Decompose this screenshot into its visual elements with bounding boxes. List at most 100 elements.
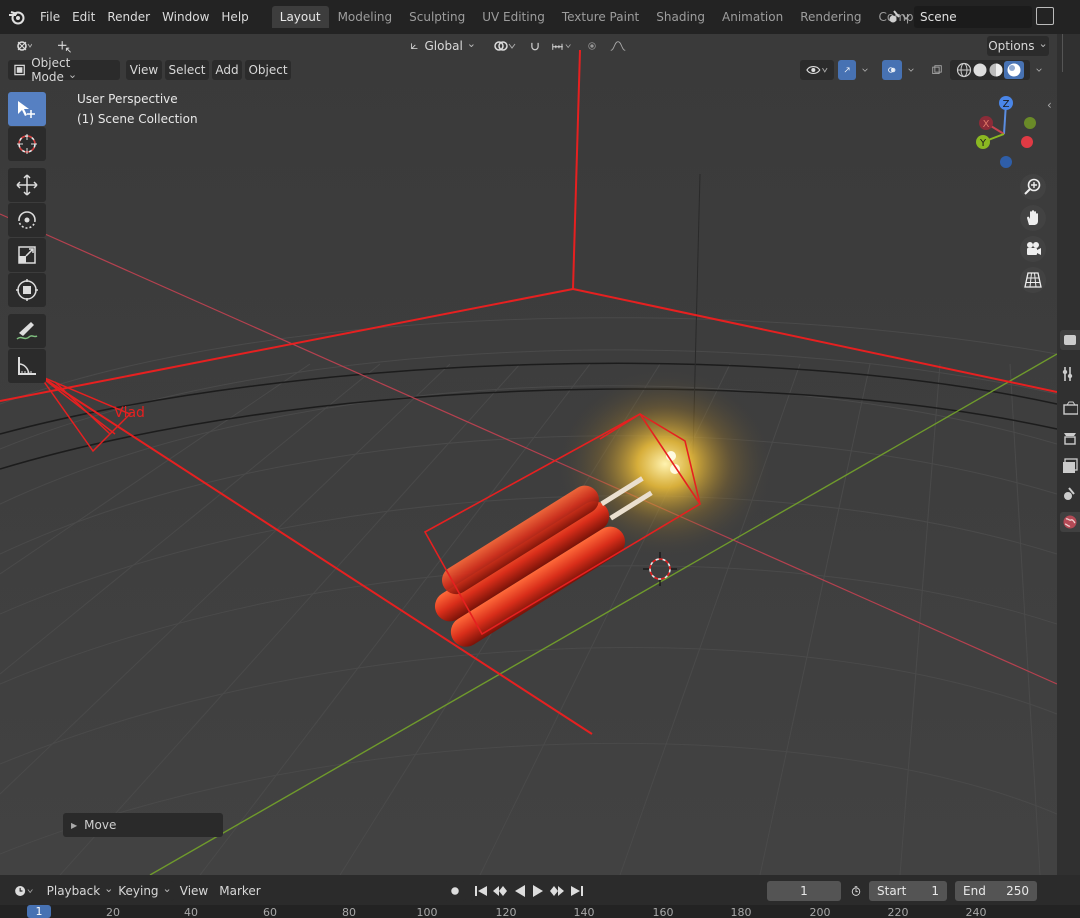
- 3d-viewport[interactable]: Vlad Global ⌄ Options ⌄ Object Mode ⌄ Vi…: [0, 34, 1057, 875]
- preview-range-toggle[interactable]: [845, 881, 867, 901]
- tab-texture-paint[interactable]: Texture Paint: [554, 6, 647, 28]
- menu-object[interactable]: Object: [245, 60, 291, 80]
- scene-collection-label: (1) Scene Collection: [77, 112, 198, 126]
- mode-dropdown[interactable]: Object Mode: [8, 56, 120, 84]
- rotate-tool[interactable]: [8, 203, 46, 237]
- annotate-tool[interactable]: [8, 314, 46, 348]
- overlay-icon: [888, 67, 896, 73]
- tab-animation[interactable]: Animation: [714, 6, 791, 28]
- menu-view[interactable]: View: [126, 60, 162, 80]
- blender-logo-icon[interactable]: [0, 0, 34, 34]
- zoom-button[interactable]: [1020, 174, 1046, 200]
- current-frame-field[interactable]: 1: [767, 881, 841, 901]
- rendered-shading-button[interactable]: [1004, 61, 1024, 79]
- visibility-dropdown[interactable]: [800, 60, 834, 80]
- render-properties-icon[interactable]: [1060, 398, 1080, 418]
- panel-collapse-icon[interactable]: ‹: [1047, 98, 1052, 112]
- editor-type-button[interactable]: [8, 36, 40, 56]
- tool-settings-icon[interactable]: [1060, 364, 1080, 384]
- menu-window[interactable]: Window: [156, 0, 215, 34]
- world-properties-icon[interactable]: [1060, 512, 1080, 532]
- tab-shading[interactable]: Shading: [648, 6, 713, 28]
- tab-sculpting[interactable]: Sculpting: [401, 6, 473, 28]
- ruler-tick: 220: [887, 906, 909, 918]
- snap-toggle[interactable]: [524, 36, 546, 56]
- shading-dropdown[interactable]: [1030, 60, 1048, 80]
- options-dropdown[interactable]: Options: [987, 36, 1049, 56]
- next-keyframe-icon[interactable]: [549, 884, 565, 898]
- last-operator-panel[interactable]: ▶ Move: [63, 813, 223, 837]
- solid-shading-icon[interactable]: [972, 62, 988, 78]
- scene-properties-icon[interactable]: [1060, 484, 1080, 504]
- proportional-edit-toggle[interactable]: [582, 36, 602, 56]
- output-properties-icon[interactable]: [1060, 428, 1080, 448]
- falloff-curve-icon: [610, 41, 626, 51]
- end-frame-field[interactable]: End 250: [955, 881, 1037, 901]
- hand-pan-icon: [1027, 210, 1038, 225]
- transform-pivot-button[interactable]: [52, 36, 78, 56]
- scale-tool[interactable]: [8, 238, 46, 272]
- cursor-tool[interactable]: [8, 127, 46, 161]
- menu-file[interactable]: File: [34, 0, 66, 34]
- orientation-dropdown[interactable]: Global: [404, 36, 482, 56]
- menu-render[interactable]: Render: [101, 0, 156, 34]
- select-box-tool[interactable]: [8, 92, 46, 126]
- play-icon[interactable]: [531, 884, 545, 898]
- svg-text:Y: Y: [979, 138, 987, 149]
- workspace-tabs: Layout Modeling Sculpting UV Editing Tex…: [271, 0, 963, 34]
- ruler-tick: 200: [809, 906, 831, 918]
- prev-keyframe-icon[interactable]: [492, 884, 508, 898]
- editor-type-icon: [17, 41, 32, 51]
- keying-menu[interactable]: Keying: [116, 881, 174, 901]
- tab-modeling[interactable]: Modeling: [330, 6, 401, 28]
- camera-view-button[interactable]: [1020, 236, 1046, 262]
- menu-help[interactable]: Help: [215, 0, 254, 34]
- play-reverse-icon[interactable]: [513, 884, 527, 898]
- annotate-icon: [16, 322, 38, 340]
- start-frame-field[interactable]: Start 1: [869, 881, 947, 901]
- scene-icon[interactable]: [884, 6, 914, 28]
- timeline-view-menu[interactable]: View: [176, 881, 212, 901]
- tab-layout[interactable]: Layout: [271, 6, 329, 28]
- timeline-editor-type[interactable]: [8, 881, 40, 901]
- view-layer-properties-icon[interactable]: [1060, 456, 1080, 476]
- pivot-icon: [494, 41, 516, 51]
- new-scene-icon[interactable]: [1036, 7, 1054, 25]
- gizmo-icon: [844, 67, 850, 73]
- top-bar: File Edit Render Window Help Layout Mode…: [0, 0, 1080, 34]
- navigation-gizmo[interactable]: Z X Y: [968, 94, 1040, 172]
- ortho-toggle-button[interactable]: [1020, 267, 1046, 293]
- overlay-dropdown[interactable]: [902, 60, 920, 80]
- falloff-dropdown[interactable]: [604, 36, 632, 56]
- transform-tool[interactable]: [8, 273, 46, 307]
- menu-select[interactable]: Select: [165, 60, 209, 80]
- ruler-tick: 240: [965, 906, 987, 918]
- overlay-toggle[interactable]: [882, 60, 902, 80]
- scene-selector[interactable]: Scene: [884, 6, 1032, 28]
- tab-rendering[interactable]: Rendering: [792, 6, 869, 28]
- snap-target-dropdown[interactable]: [546, 36, 578, 56]
- material-shading-icon[interactable]: [988, 62, 1004, 78]
- wireframe-shading-icon[interactable]: [956, 62, 972, 78]
- jump-start-icon[interactable]: [474, 884, 488, 898]
- ruler-tick: 100: [416, 906, 438, 918]
- scene-name-field[interactable]: Scene: [914, 6, 1032, 28]
- xray-toggle[interactable]: [926, 60, 948, 80]
- pivot-point-dropdown[interactable]: [488, 36, 522, 56]
- marker-menu[interactable]: Marker: [216, 881, 264, 901]
- frame-ruler[interactable]: 1 20 40 60 80 100 120 140 160 180 200 22…: [0, 905, 1080, 918]
- move-tool[interactable]: [8, 168, 46, 202]
- measure-tool[interactable]: [8, 349, 46, 383]
- record-button[interactable]: [444, 881, 466, 901]
- gizmo-toggle[interactable]: [838, 60, 856, 80]
- playhead[interactable]: 1: [27, 905, 51, 918]
- menu-edit[interactable]: Edit: [66, 0, 101, 34]
- jump-end-icon[interactable]: [570, 884, 584, 898]
- menu-add[interactable]: Add: [212, 60, 242, 80]
- properties-header-icon[interactable]: [1060, 330, 1080, 350]
- gizmo-dropdown[interactable]: [856, 60, 874, 80]
- pan-button[interactable]: [1020, 205, 1046, 231]
- tab-uv-editing[interactable]: UV Editing: [474, 6, 553, 28]
- orientation-icon: [411, 43, 418, 50]
- playback-menu[interactable]: Playback: [45, 881, 115, 901]
